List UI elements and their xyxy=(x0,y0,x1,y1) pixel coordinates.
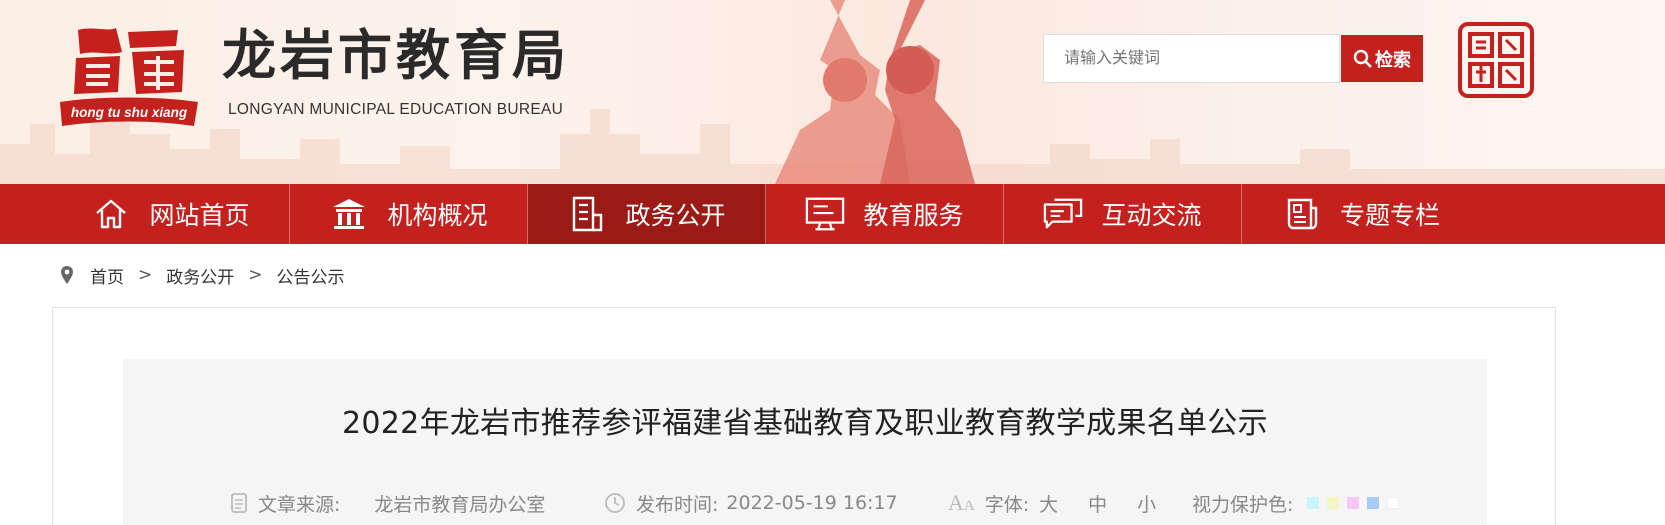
nav-item-special[interactable]: 专题专栏 xyxy=(1242,184,1480,244)
site-title: 龙岩市教育局 xyxy=(222,23,570,87)
breadcrumb-announcements-link[interactable]: 公告公示 xyxy=(277,263,345,288)
font-size-medium[interactable]: 中 xyxy=(1088,490,1107,517)
nav-item-services[interactable]: 教育服务 xyxy=(766,184,1004,244)
eye-protection-control: 视力保护色: xyxy=(1192,488,1407,518)
search-input[interactable] xyxy=(1043,34,1340,83)
eye-color-white[interactable] xyxy=(1387,497,1400,509)
site-subtitle: LONGYAN MUNICIPAL EDUCATION BUREAU xyxy=(228,101,564,118)
nav-item-label: 机构概况 xyxy=(387,201,488,230)
breadcrumb-separator: > xyxy=(248,265,263,285)
nav-item-label: 网站首页 xyxy=(149,201,250,230)
article-publish-time: 发布时间: 2022-05-19 16:17 xyxy=(604,488,898,518)
nav-item-gov-affairs[interactable]: 政务公开 xyxy=(528,184,766,244)
nav-item-label: 专题专栏 xyxy=(1339,201,1440,230)
home-icon xyxy=(91,194,131,234)
eye-color-pink[interactable] xyxy=(1347,497,1360,509)
site-header: hong tu shu xiang 龙岩市教育局 LONGYAN MUNICIP… xyxy=(0,0,1665,184)
nav-item-label: 政务公开 xyxy=(625,201,726,230)
font-size-small[interactable]: 小 xyxy=(1137,490,1156,517)
eye-color-yellow[interactable] xyxy=(1327,497,1340,509)
breadcrumb: 首页 > 政务公开 > 公告公示 xyxy=(60,262,345,288)
search-button-label: 检索 xyxy=(1375,49,1411,71)
source-label: 文章来源: xyxy=(258,493,341,516)
font-label: 字体: xyxy=(984,493,1030,516)
breadcrumb-home-link[interactable]: 首页 xyxy=(90,263,124,288)
building-icon xyxy=(329,194,369,234)
time-value: 2022-05-19 16:17 xyxy=(726,492,898,514)
eye-color-cyan[interactable] xyxy=(1307,497,1320,509)
time-label: 发布时间: xyxy=(636,493,719,516)
article-title: 2022年龙岩市推荐参评福建省基础教育及职业教育教学成果名单公示 xyxy=(342,406,1268,441)
pioneers-illustration xyxy=(775,0,975,184)
source-value: 龙岩市教育局办公室 xyxy=(374,493,546,516)
nav-item-interaction[interactable]: 互动交流 xyxy=(1004,184,1242,244)
breadcrumb-separator: > xyxy=(138,265,153,285)
location-pin-icon xyxy=(61,266,73,284)
document-icon xyxy=(567,194,607,234)
brand-tagline: hong tu shu xiang xyxy=(70,105,188,120)
newspaper-icon xyxy=(1282,194,1322,234)
article-source: 文章来源: 龙岩市教育局办公室 xyxy=(230,488,545,518)
monitor-icon xyxy=(805,194,845,234)
china-longyan-seal-icon xyxy=(1458,22,1534,98)
nav-item-home[interactable]: 网站首页 xyxy=(52,184,290,244)
nav-item-about[interactable]: 机构概况 xyxy=(290,184,528,244)
font-size-control: AA 字体: 大 中 小 xyxy=(948,488,1186,518)
nav-item-label: 教育服务 xyxy=(863,201,964,230)
chat-icon xyxy=(1043,194,1083,234)
search-icon xyxy=(1353,49,1372,68)
breadcrumb-gov-affairs-link[interactable]: 政务公开 xyxy=(166,263,234,288)
font-size-icon: AA xyxy=(948,490,975,515)
font-size-large[interactable]: 大 xyxy=(1039,490,1058,517)
document-small-icon xyxy=(231,493,247,513)
eye-label: 视力保护色: xyxy=(1192,493,1294,516)
search-button[interactable]: 检索 xyxy=(1341,35,1423,82)
main-nav: 网站首页 机构概况 政务公开 教育服务 互动交流 专题专栏 xyxy=(0,184,1665,244)
nav-item-label: 互动交流 xyxy=(1101,201,1202,230)
eye-color-blue[interactable] xyxy=(1367,497,1380,509)
clock-icon xyxy=(605,493,625,513)
